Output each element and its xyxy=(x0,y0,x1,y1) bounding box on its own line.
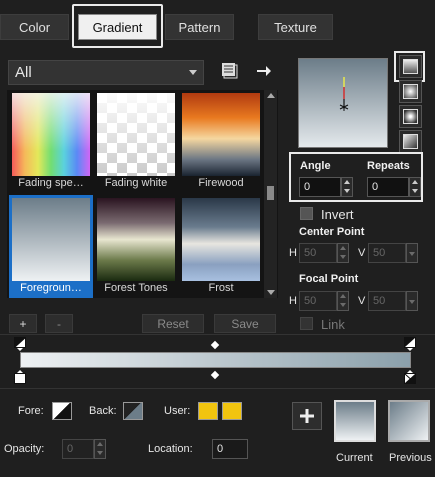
tab-texture[interactable]: Texture xyxy=(258,14,333,40)
scroll-down-icon[interactable] xyxy=(267,290,275,295)
divider xyxy=(0,334,435,335)
user-swatch-alt[interactable] xyxy=(222,402,242,420)
location-input[interactable]: 0 xyxy=(212,439,248,459)
fore-label: Fore: xyxy=(18,405,44,417)
gallery-scrollbar[interactable] xyxy=(264,90,277,298)
focal-h-input[interactable]: 50 xyxy=(299,291,337,311)
category-dropdown[interactable]: All xyxy=(8,60,204,85)
focal-h-spinner[interactable] xyxy=(337,291,349,311)
tab-bar: Color Gradient Pattern Texture xyxy=(0,0,435,50)
center-v-input[interactable]: 50 xyxy=(368,243,406,263)
focal-point-label: Focal Point xyxy=(299,273,359,285)
gallery-item-label: Firewood xyxy=(198,177,244,189)
spin-up-icon[interactable] xyxy=(412,180,418,184)
repeats-input[interactable]: 0 xyxy=(367,177,409,197)
previous-swatch[interactable] xyxy=(388,400,430,442)
gallery-item-label: Foregroun… xyxy=(20,282,82,294)
back-label: Back: xyxy=(89,405,117,417)
category-selected: All xyxy=(15,64,32,81)
gradient-swatch xyxy=(182,198,260,281)
gallery-item-frost[interactable]: Frost xyxy=(179,195,263,298)
previous-label: Previous xyxy=(389,452,432,464)
color-midpoint[interactable] xyxy=(210,370,220,380)
transparency-stop-left[interactable] xyxy=(14,337,26,351)
spin-down-icon[interactable] xyxy=(412,189,418,193)
save-button[interactable]: Save xyxy=(214,314,276,333)
fore-swatch[interactable] xyxy=(52,402,72,420)
center-h-spinner[interactable] xyxy=(337,243,349,263)
opacity-spinner[interactable] xyxy=(94,439,106,459)
gradient-swatch xyxy=(97,198,175,281)
focal-h-label: H xyxy=(289,295,297,307)
focal-v-dropdown[interactable] xyxy=(406,291,418,311)
transparency-stop-right[interactable] xyxy=(404,337,416,351)
gallery-item-label: Frost xyxy=(208,282,234,294)
center-h-input[interactable]: 50 xyxy=(299,243,337,263)
focal-v-input[interactable]: 50 xyxy=(368,291,406,311)
gradient-swatch xyxy=(97,93,175,176)
gallery-item-forest-tones[interactable]: Forest Tones xyxy=(94,195,178,298)
plus-icon xyxy=(300,409,314,423)
user-swatch[interactable] xyxy=(198,402,218,420)
gradient-bar[interactable] xyxy=(20,352,411,368)
gradient-preview[interactable] xyxy=(298,58,388,148)
focal-v-label: V xyxy=(358,295,366,307)
arrow-right-icon[interactable] xyxy=(254,61,274,81)
center-point-label: Center Point xyxy=(299,226,365,238)
scrollbar-thumb[interactable] xyxy=(267,186,274,200)
repeats-label: Repeats xyxy=(367,160,410,172)
spin-up-icon[interactable] xyxy=(344,180,350,184)
center-v-label: V xyxy=(358,247,366,259)
tab-pattern[interactable]: Pattern xyxy=(165,14,234,40)
color-stop-right[interactable] xyxy=(404,370,416,384)
link-label: Link xyxy=(321,317,345,332)
invert-label: Invert xyxy=(321,207,354,222)
current-swatch[interactable] xyxy=(334,400,376,442)
transparency-midpoint[interactable] xyxy=(210,340,220,350)
add-swatch-button[interactable] xyxy=(292,402,322,430)
angle-handle-icon xyxy=(339,77,349,111)
add-gradient-button[interactable]: + xyxy=(9,314,37,333)
gallery-item-fading-spectrum[interactable]: Fading spe… xyxy=(9,90,93,193)
reset-button[interactable]: Reset xyxy=(142,314,204,333)
library-icon[interactable] xyxy=(220,61,240,81)
color-stop-left[interactable] xyxy=(14,370,26,384)
angle-spinner[interactable] xyxy=(341,177,353,197)
repeats-spinner[interactable] xyxy=(409,177,421,197)
gallery-item-foreground-background[interactable]: Foregroun… xyxy=(9,195,93,298)
gradient-swatch xyxy=(182,93,260,176)
angle-label: Angle xyxy=(300,160,331,172)
current-label: Current xyxy=(336,452,373,464)
angle-input[interactable]: 0 xyxy=(299,177,341,197)
gallery-item-label: Forest Tones xyxy=(104,282,168,294)
remove-gradient-button[interactable]: - xyxy=(45,314,73,333)
radial-style-button[interactable] xyxy=(399,130,422,153)
center-h-label: H xyxy=(289,247,297,259)
scroll-up-icon[interactable] xyxy=(267,93,275,98)
spin-down-icon[interactable] xyxy=(344,189,350,193)
sunburst-style-button[interactable] xyxy=(399,105,422,128)
active-tab-highlight xyxy=(72,4,163,48)
opacity-input[interactable]: 0 xyxy=(62,439,94,459)
gallery-item-label: Fading spe… xyxy=(18,177,84,189)
gradient-swatch xyxy=(12,198,90,281)
location-label: Location: xyxy=(148,443,193,455)
gallery-item-label: Fading white xyxy=(104,177,168,189)
user-label: User: xyxy=(164,405,191,417)
invert-checkbox[interactable] xyxy=(300,207,313,220)
gallery-item-fading-white[interactable]: Fading white xyxy=(94,90,178,193)
chevron-down-icon xyxy=(189,70,197,75)
divider xyxy=(0,388,435,389)
linear-style-button[interactable] xyxy=(399,55,422,78)
opacity-label: Opacity: xyxy=(4,443,45,455)
center-v-dropdown[interactable] xyxy=(406,243,418,263)
gradient-swatch xyxy=(12,93,90,176)
link-checkbox[interactable] xyxy=(300,317,313,330)
gallery-item-firewood[interactable]: Firewood xyxy=(179,90,263,193)
gradient-gallery: Fading spe… Fading white Firewood Foregr… xyxy=(7,90,278,298)
back-swatch[interactable] xyxy=(123,402,143,420)
rectangular-style-button[interactable] xyxy=(399,80,422,103)
tab-color[interactable]: Color xyxy=(0,14,69,40)
